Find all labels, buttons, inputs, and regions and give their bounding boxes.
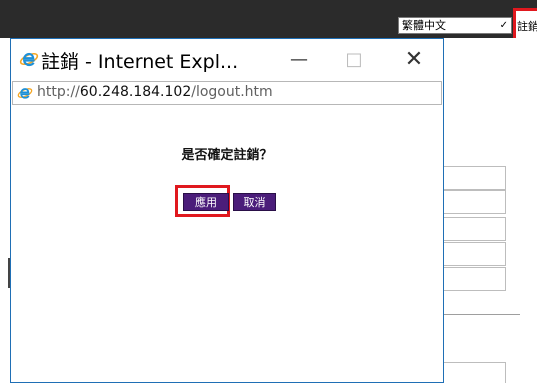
maximize-button[interactable]: □ bbox=[334, 43, 374, 77]
close-button[interactable]: ✕ bbox=[394, 43, 434, 77]
background-table-row bbox=[444, 267, 506, 291]
background-table-row bbox=[444, 166, 506, 190]
internet-explorer-icon bbox=[17, 88, 33, 99]
maximize-icon: □ bbox=[345, 49, 363, 70]
cancel-button[interactable]: 取消 bbox=[233, 193, 276, 211]
language-select[interactable]: 繁體中文 ✓ bbox=[398, 17, 512, 34]
background-divider bbox=[444, 314, 520, 315]
apply-button[interactable]: 應用 bbox=[183, 193, 229, 211]
background-table-row bbox=[444, 362, 506, 383]
chevron-down-icon: ✓ bbox=[499, 20, 508, 31]
background-table-row bbox=[444, 217, 506, 241]
address-url: http://60.248.184.102/logout.htm bbox=[37, 84, 273, 100]
internet-explorer-icon bbox=[19, 52, 39, 67]
logout-confirm-question: 是否確定註銷？ bbox=[181, 148, 273, 163]
address-bar[interactable]: http://60.248.184.102/logout.htm bbox=[12, 81, 442, 105]
minimize-icon: — bbox=[290, 49, 308, 70]
background-table-row bbox=[444, 190, 506, 214]
close-icon: ✕ bbox=[404, 47, 424, 72]
language-select-value: 繁體中文 bbox=[402, 19, 446, 32]
url-host: 60.248.184.102 bbox=[79, 84, 192, 100]
url-prefix: http:// bbox=[37, 84, 80, 100]
url-path: /logout.htm bbox=[191, 84, 273, 100]
logout-popup-window: 註銷 - Internet Expl... — □ ✕ http://60.24… bbox=[10, 38, 444, 383]
window-title: 註銷 - Internet Expl... bbox=[41, 51, 239, 73]
window-title-bar[interactable]: 註銷 - Internet Expl... — □ ✕ bbox=[11, 39, 443, 81]
minimize-button[interactable]: — bbox=[279, 43, 319, 77]
background-table-row bbox=[444, 242, 506, 266]
